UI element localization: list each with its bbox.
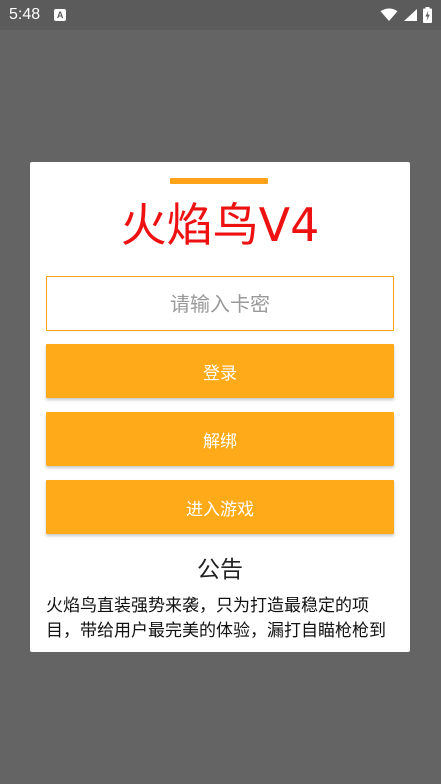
accent-bar [170,178,268,184]
wifi-icon [380,8,398,21]
signal-icon [404,9,417,21]
status-time: 5:48 [9,6,41,23]
app-title: 火焰鸟V4 [120,198,320,252]
login-button[interactable]: 登录 [46,344,394,398]
login-dialog: 火焰鸟V4 登录 解绑 进入游戏 公告 火焰鸟直装强势来袭，只为打造最稳定的项目… [30,162,410,652]
status-bar: 5:48 A [0,0,441,30]
enter-game-button[interactable]: 进入游戏 [46,480,394,534]
notice-body: 火焰鸟直装强势来袭，只为打造最稳定的项目，带给用户最完美的体验，漏打自瞄枪枪到 [46,596,386,641]
notification-icon: A [54,9,67,21]
status-icons [380,7,432,23]
notice-title: 公告 [197,557,243,583]
card-key-input[interactable] [46,276,394,331]
unbind-button[interactable]: 解绑 [46,412,394,466]
battery-icon [423,7,432,23]
